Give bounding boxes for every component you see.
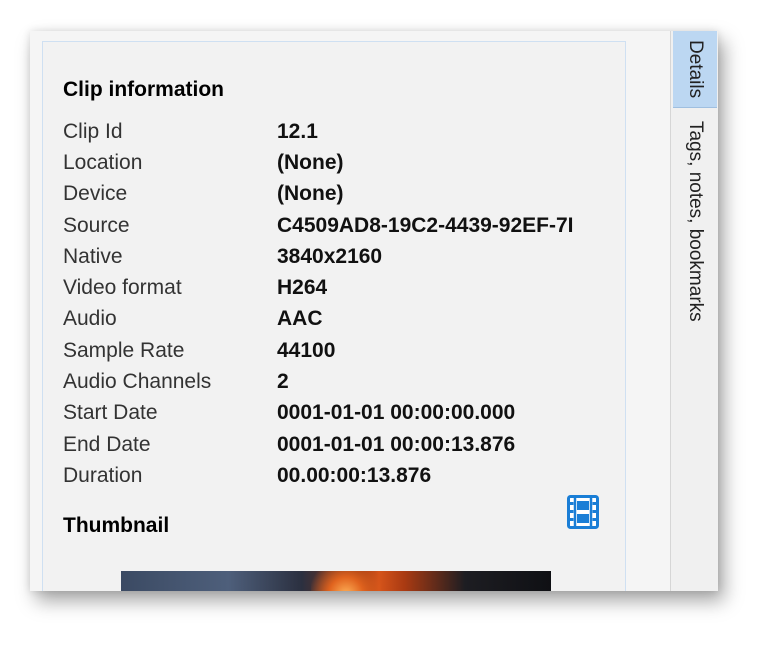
- info-label: Video format: [63, 276, 182, 300]
- tab-details[interactable]: Details: [673, 31, 717, 108]
- info-value: 12.1: [277, 119, 318, 143]
- info-value: 0001-01-01 00:00:00.000: [277, 401, 516, 425]
- info-row-clip-id: Clip Id 12.1: [63, 116, 611, 147]
- info-row-sample-rate: Sample Rate 44100: [63, 335, 611, 366]
- info-row-video-format: Video format H264: [63, 272, 611, 303]
- info-value: 00.00:00:13.876: [277, 463, 432, 487]
- info-label: Location: [63, 150, 143, 174]
- info-label: End Date: [63, 432, 151, 456]
- tab-tags-notes-bookmarks[interactable]: Tags, notes, bookmarks: [673, 121, 717, 381]
- info-row-end-date: End Date 0001-01-01 00:00:13.876: [63, 429, 611, 460]
- info-value: 2: [277, 370, 289, 394]
- info-row-audio: Audio AAC: [63, 304, 611, 335]
- info-label: Device: [63, 182, 128, 206]
- tab-details-label: Details: [685, 39, 706, 99]
- info-label: Start Date: [63, 401, 158, 425]
- info-label: Sample Rate: [63, 338, 185, 362]
- info-label: Audio: [63, 307, 117, 331]
- info-value: C4509AD8-19C2-4439-92EF-7I: [277, 213, 574, 237]
- film-icon[interactable]: [567, 495, 599, 529]
- info-row-location: Location (None): [63, 147, 611, 178]
- thumbnail-fire-glow: [311, 571, 381, 591]
- info-row-device: Device (None): [63, 179, 611, 210]
- info-row-source: Source C4509AD8-19C2-4439-92EF-7I: [63, 210, 611, 241]
- info-label: Audio Channels: [63, 370, 212, 394]
- details-panel: Clip information Clip Id 12.1 Location (…: [42, 41, 626, 591]
- info-value: (None): [277, 150, 344, 174]
- info-value: H264: [277, 276, 328, 300]
- info-value: AAC: [277, 307, 323, 331]
- info-row-duration: Duration 00.00:00:13.876: [63, 460, 611, 491]
- info-value: 0001-01-01 00:00:13.876: [277, 432, 516, 456]
- clip-information-heading: Clip information: [63, 78, 224, 101]
- info-label: Clip Id: [63, 119, 123, 143]
- info-label: Source: [63, 213, 130, 237]
- tab-tags-label: Tags, notes, bookmarks: [685, 121, 706, 322]
- clip-details-window: Clip information Clip Id 12.1 Location (…: [30, 31, 718, 591]
- vertical-tab-strip: Details Tags, notes, bookmarks: [670, 31, 718, 591]
- info-row-native: Native 3840x2160: [63, 241, 611, 272]
- info-row-start-date: Start Date 0001-01-01 00:00:00.000: [63, 398, 611, 429]
- info-label: Native: [63, 244, 123, 268]
- info-value: 3840x2160: [277, 244, 383, 268]
- info-value: (None): [277, 182, 344, 206]
- info-row-audio-channels: Audio Channels 2: [63, 366, 611, 397]
- clip-thumbnail-image: [121, 571, 551, 591]
- thumbnail-heading: Thumbnail: [63, 514, 170, 537]
- clip-info-list: Clip Id 12.1 Location (None) Device (Non…: [63, 116, 611, 492]
- info-value: 44100: [277, 338, 336, 362]
- info-label: Duration: [63, 463, 143, 487]
